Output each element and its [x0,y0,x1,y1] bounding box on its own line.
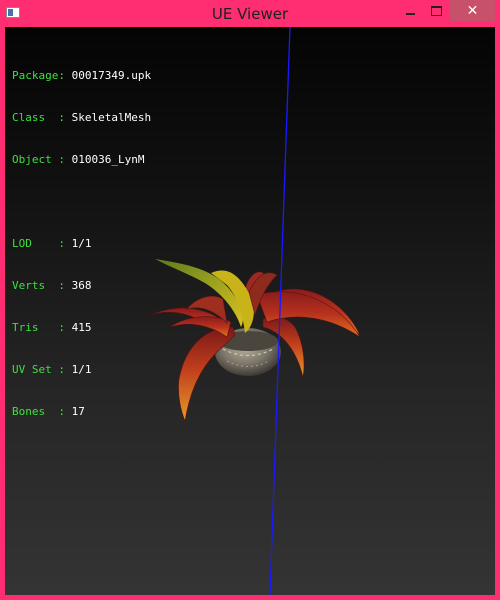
info-row-bones: Bones : 17 [12,405,151,419]
info-row-object: Object : 010036_LynM [12,153,151,167]
info-value: 1/1 [71,237,92,250]
info-value: 00017349.upk [71,69,152,82]
leaf-front-left [178,326,236,423]
info-row-uvset: UV Set : 1/1 [12,363,151,377]
info-row-tris: Tris : 415 [12,321,151,335]
3d-viewport[interactable]: Package: 00017349.upk Class : SkeletalMe… [5,27,495,595]
info-row-lod: LOD : 1/1 [12,237,151,251]
info-label: Object : [12,153,65,166]
title-bar[interactable]: UE Viewer ✕ [0,0,500,27]
info-value: 1/1 [71,363,92,376]
info-label: Tris : [12,321,65,334]
maximize-button[interactable] [423,0,450,21]
info-label: Bones : [12,405,65,418]
info-label: Package: [12,69,65,82]
info-label: LOD : [12,237,65,250]
info-row-verts: Verts : 368 [12,279,151,293]
info-value: 415 [71,321,92,334]
maximize-icon [431,5,442,16]
info-value: SkeletalMesh [71,111,152,124]
mesh-info-panel: Package: 00017349.upk Class : SkeletalMe… [12,41,151,447]
minimize-icon [405,12,415,15]
info-row-package: Package: 00017349.upk [12,69,151,83]
info-label: Verts : [12,279,65,292]
info-value: 010036_LynM [71,153,145,166]
leaf-front-left2 [169,316,232,338]
minimize-button[interactable] [397,0,423,21]
info-label: UV Set : [12,363,65,376]
close-button[interactable]: ✕ [450,0,495,21]
app-window: UE Viewer ✕ Package: 00017349.upk Class … [0,0,500,600]
info-value: 17 [71,405,85,418]
info-label: Class : [12,111,65,124]
info-row-class: Class : SkeletalMesh [12,111,151,125]
close-icon: ✕ [466,2,479,19]
info-value: 368 [71,279,92,292]
